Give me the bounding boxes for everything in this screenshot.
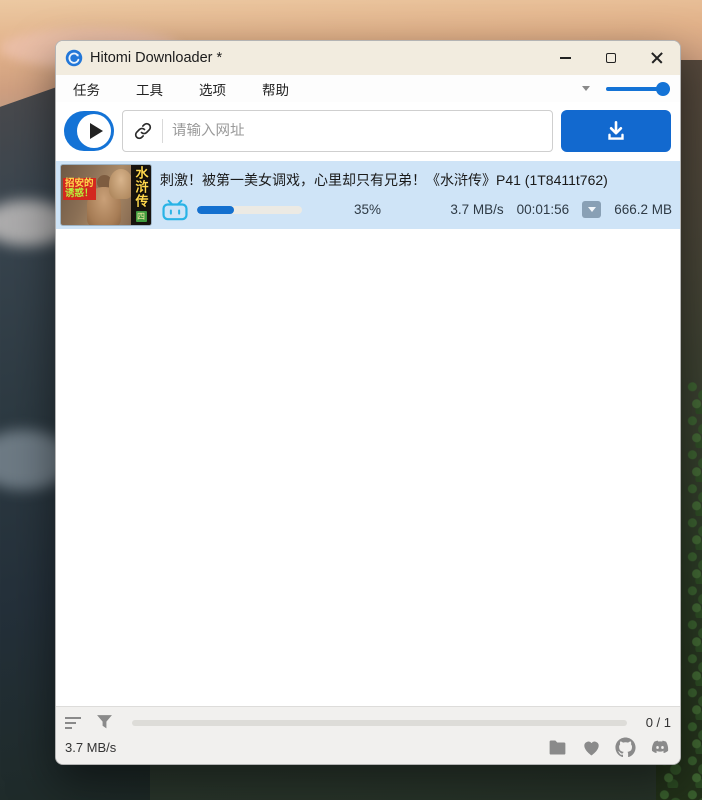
menu-help[interactable]: 帮助 bbox=[259, 77, 292, 101]
menubar: 任务 工具 选项 帮助 bbox=[56, 75, 680, 102]
menu-tasks[interactable]: 任务 bbox=[70, 77, 103, 101]
download-row[interactable]: 招安的 诱惑！ 水浒传 四 刺激！被第一美女调戏，心里却只有兄弟！《水浒传》P4… bbox=[56, 161, 680, 229]
window-controls bbox=[542, 41, 680, 75]
url-input-box[interactable] bbox=[122, 109, 553, 152]
slider-knob[interactable] bbox=[656, 81, 670, 96]
folder-icon[interactable] bbox=[547, 737, 568, 758]
downloading-state-icon bbox=[582, 201, 602, 218]
link-icon bbox=[134, 122, 152, 139]
discord-icon[interactable] bbox=[649, 736, 671, 758]
download-counter: 0 / 1 bbox=[645, 715, 671, 730]
maximize-icon bbox=[606, 53, 616, 63]
input-divider bbox=[162, 118, 163, 143]
filter-icon[interactable] bbox=[96, 714, 113, 731]
sort-icon[interactable] bbox=[65, 716, 83, 729]
statusbar: 0 / 1 3.7 MB/s bbox=[56, 706, 680, 764]
thumbnail-side-banner: 水浒传 四 bbox=[131, 165, 151, 225]
item-progress-bar bbox=[197, 205, 302, 214]
item-progress-fill bbox=[197, 205, 234, 214]
titlebar: Hitomi Downloader * bbox=[56, 41, 680, 75]
progress-percent: 35% bbox=[354, 202, 382, 217]
download-status-line: 35% 3.7 MB/s 00:01:56 666.2 MB bbox=[160, 199, 672, 221]
menu-options[interactable]: 选项 bbox=[196, 77, 229, 101]
start-downloads-toggle[interactable] bbox=[64, 110, 114, 151]
bilibili-icon bbox=[162, 199, 188, 220]
video-thumbnail: 招安的 诱惑！ 水浒传 四 bbox=[60, 164, 152, 226]
download-size: 666.2 MB bbox=[614, 202, 672, 217]
download-button[interactable] bbox=[561, 109, 671, 152]
download-speed: 3.7 MB/s bbox=[450, 202, 504, 217]
url-toolbar bbox=[56, 102, 680, 159]
app-window: Hitomi Downloader * 任务 工具 选项 帮助 请输入网址 招安… bbox=[55, 40, 681, 765]
close-button[interactable] bbox=[634, 41, 680, 75]
url-input[interactable] bbox=[172, 122, 542, 139]
overall-progress-bar bbox=[132, 719, 627, 726]
speed-limit-slider[interactable] bbox=[606, 81, 670, 96]
github-icon[interactable] bbox=[615, 736, 636, 758]
download-title: 刺激！被第一美女调戏，心里却只有兄弟！《水浒传》P41 (1T8411t762) bbox=[160, 171, 608, 188]
menu-tools[interactable]: 工具 bbox=[133, 77, 166, 101]
play-icon bbox=[77, 113, 111, 148]
download-list: 招安的 诱惑！ 水浒传 四 刺激！被第一美女调戏，心里却只有兄弟！《水浒传》P4… bbox=[56, 159, 680, 706]
chevron-down-icon[interactable] bbox=[582, 86, 590, 91]
minimize-icon bbox=[559, 57, 571, 59]
download-icon bbox=[608, 120, 624, 140]
total-speed: 3.7 MB/s bbox=[65, 739, 117, 755]
maximize-button[interactable] bbox=[588, 41, 634, 75]
minimize-button[interactable] bbox=[542, 41, 588, 75]
close-icon bbox=[651, 52, 663, 64]
thumbnail-caption: 招安的 诱惑！ bbox=[63, 178, 96, 200]
heart-icon[interactable] bbox=[581, 737, 602, 758]
window-title: Hitomi Downloader * bbox=[90, 50, 223, 66]
download-time: 00:01:56 bbox=[516, 202, 570, 217]
app-logo-icon bbox=[65, 49, 83, 67]
